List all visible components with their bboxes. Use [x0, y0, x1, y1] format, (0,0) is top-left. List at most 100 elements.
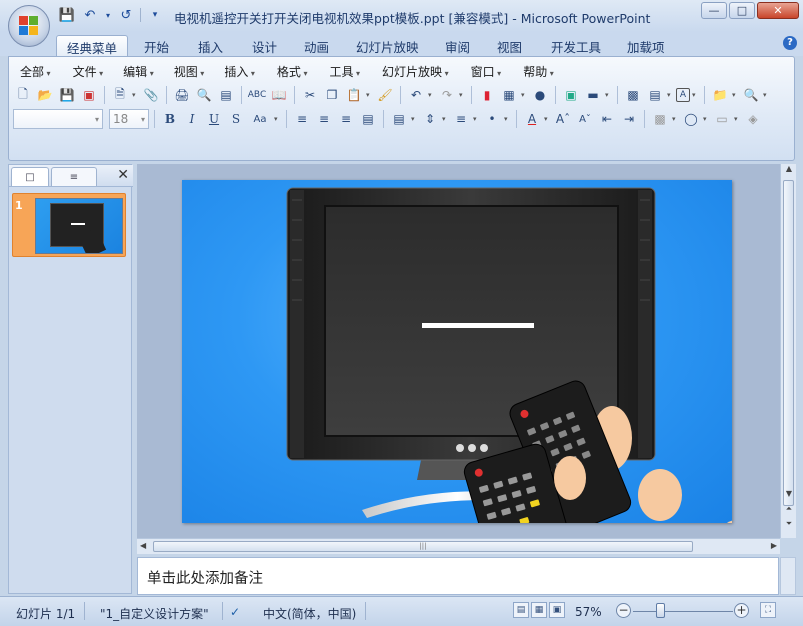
menu-slideshow[interactable]: 幻灯片放映 — [373, 63, 458, 81]
next-slide-icon[interactable]: ⏷ — [781, 519, 797, 533]
shapes-icon[interactable]: ◯ — [681, 109, 701, 129]
previous-slide-icon[interactable]: ⏶ — [781, 504, 797, 518]
horizontal-scrollbar[interactable]: ◀ ||| ▶ — [137, 538, 780, 554]
zoom-slider-track[interactable] — [633, 611, 733, 612]
menu-view[interactable]: 视图 — [165, 63, 214, 81]
slide-thumbnail-selected[interactable] — [12, 193, 126, 257]
new-document-icon[interactable]: 🗋 — [13, 85, 33, 105]
slide-layout-icon[interactable]: ▤ — [645, 85, 665, 105]
zoom-search-icon[interactable]: 🔍 — [741, 85, 761, 105]
textbox-dropdown-icon[interactable]: ▾ — [692, 91, 699, 99]
justify-icon[interactable]: ▤ — [358, 109, 378, 129]
new-slide-icon[interactable]: ▩ — [623, 85, 643, 105]
zoom-dropdown-icon[interactable]: ▾ — [763, 91, 770, 99]
numbering-dropdown-icon[interactable]: ▾ — [473, 115, 480, 123]
open-folder-icon-2[interactable]: 📁 — [710, 85, 730, 105]
maximize-button[interactable]: □ — [729, 2, 755, 19]
vertical-scrollbar[interactable]: ▲ ▼ ⏶ ⏷ — [780, 164, 796, 538]
spelling-icon[interactable]: ABC — [247, 85, 267, 105]
line-spacing-icon[interactable]: ⇕ — [420, 109, 440, 129]
folder-dropdown-icon[interactable]: ▾ — [732, 91, 739, 99]
paste-icon[interactable]: 📋 — [344, 85, 364, 105]
table-dropdown-icon[interactable]: ▾ — [521, 91, 528, 99]
scroll-right-icon[interactable]: ▶ — [771, 541, 777, 550]
underline-icon[interactable]: U — [204, 109, 224, 129]
arrange-dropdown-icon[interactable]: ▾ — [672, 115, 679, 123]
outline-tab[interactable]: ≡ — [51, 167, 97, 186]
redo-dropdown-icon[interactable]: ▾ — [459, 91, 466, 99]
change-case-icon[interactable]: Aa — [248, 109, 272, 129]
normal-view-icon[interactable]: ▤ — [513, 602, 529, 618]
theme-name-status[interactable]: "1_自定义设计方案" — [100, 605, 209, 622]
dropdown-arrow-icon[interactable]: ▾ — [132, 91, 139, 99]
align-left-icon[interactable]: ≡ — [292, 109, 312, 129]
save-icon[interactable]: 💾 — [57, 85, 77, 105]
font-name-combo[interactable]: ▾ — [13, 109, 103, 129]
shadow-icon[interactable]: S — [226, 109, 246, 129]
insert-table-icon[interactable]: ▦ — [499, 85, 519, 105]
horizontal-scroll-thumb[interactable]: ||| — [153, 541, 693, 552]
slide-canvas[interactable] — [182, 180, 732, 523]
scroll-left-icon[interactable]: ◀ — [140, 541, 146, 550]
help-icon[interactable]: ? — [783, 36, 797, 50]
zoom-out-icon[interactable]: − — [616, 603, 631, 618]
zoom-level[interactable]: 57% — [575, 605, 602, 619]
permission-icon[interactable]: ▣ — [79, 85, 99, 105]
tab-slideshow[interactable]: 幻灯片放映 — [346, 35, 429, 56]
tab-review[interactable]: 审阅 — [435, 35, 480, 56]
direction-dropdown-icon[interactable]: ▾ — [411, 115, 418, 123]
tab-animation[interactable]: 动画 — [294, 35, 339, 56]
insert-clipart-icon[interactable]: ● — [530, 85, 550, 105]
spacing-dropdown-icon[interactable]: ▾ — [442, 115, 449, 123]
font-size-combo[interactable]: 18 ▾ — [109, 109, 149, 129]
tab-home[interactable]: 开始 — [134, 35, 179, 56]
undo-dropdown-icon[interactable]: ▾ — [104, 6, 112, 24]
spell-check-icon[interactable]: ✓ — [230, 605, 240, 619]
close-button[interactable]: ✕ — [757, 2, 799, 19]
tab-classic-menu[interactable]: 经典菜单 — [56, 35, 129, 56]
copy-icon[interactable]: ❐ — [322, 85, 342, 105]
styles-dropdown-icon[interactable]: ▾ — [734, 115, 741, 123]
font-color-icon[interactable]: A — [522, 109, 542, 129]
numbering-icon[interactable]: ≡ — [451, 109, 471, 129]
redo-icon[interactable]: ↷ — [437, 85, 457, 105]
menu-insert[interactable]: 插入 — [215, 63, 264, 81]
menu-tools[interactable]: 工具 — [320, 63, 369, 81]
cut-icon[interactable]: ✂ — [300, 85, 320, 105]
paste-dropdown-icon[interactable]: ▾ — [366, 91, 373, 99]
menu-all[interactable]: 全部 — [11, 63, 60, 81]
language-status[interactable]: 中文(简体，中国) — [263, 605, 356, 622]
customize-toolbar-icon[interactable]: ▾ — [146, 6, 164, 24]
menu-window[interactable]: 窗口 — [462, 63, 511, 81]
page-setup-icon[interactable]: ▤ — [216, 85, 236, 105]
align-right-icon[interactable]: ≡ — [336, 109, 356, 129]
menu-file[interactable]: 文件 — [64, 63, 113, 81]
menu-format[interactable]: 格式 — [268, 63, 317, 81]
menu-help[interactable]: 帮助 — [514, 63, 563, 81]
slides-tab[interactable]: □ — [11, 167, 49, 186]
print-icon[interactable]: 🖨 — [172, 85, 192, 105]
menu-edit[interactable]: 编辑 — [114, 63, 163, 81]
undo-icon[interactable]: ↶ — [406, 85, 426, 105]
close-pane-icon[interactable]: ✕ — [117, 167, 129, 183]
save-icon[interactable]: 💾 — [58, 6, 76, 24]
zoom-in-icon[interactable]: + — [734, 603, 749, 618]
shape-fill-icon[interactable]: ◈ — [743, 109, 763, 129]
redo-icon[interactable]: ↺ — [117, 6, 135, 24]
zoom-slider-thumb[interactable] — [656, 603, 665, 618]
tab-developer[interactable]: 开发工具 — [541, 35, 611, 56]
text-direction-icon[interactable]: ▤ — [389, 109, 409, 129]
slide-sorter-view-icon[interactable]: ▦ — [531, 602, 547, 618]
font-color-dropdown-icon[interactable]: ▾ — [544, 115, 551, 123]
bullets-icon[interactable]: • — [482, 109, 502, 129]
case-dropdown-icon[interactable]: ▾ — [274, 115, 281, 123]
bold-icon[interactable]: B — [160, 109, 180, 129]
scroll-down-icon[interactable]: ▼ — [781, 489, 797, 503]
open-folder-icon[interactable]: 📂 — [35, 85, 55, 105]
grow-font-icon[interactable]: Aˆ — [553, 109, 573, 129]
scroll-up-icon[interactable]: ▲ — [781, 164, 797, 178]
quick-styles-icon[interactable]: ▭ — [712, 109, 732, 129]
tab-view[interactable]: 视图 — [487, 35, 532, 56]
vertical-scroll-thumb[interactable] — [783, 180, 794, 506]
tab-addins[interactable]: 加载项 — [617, 35, 675, 56]
